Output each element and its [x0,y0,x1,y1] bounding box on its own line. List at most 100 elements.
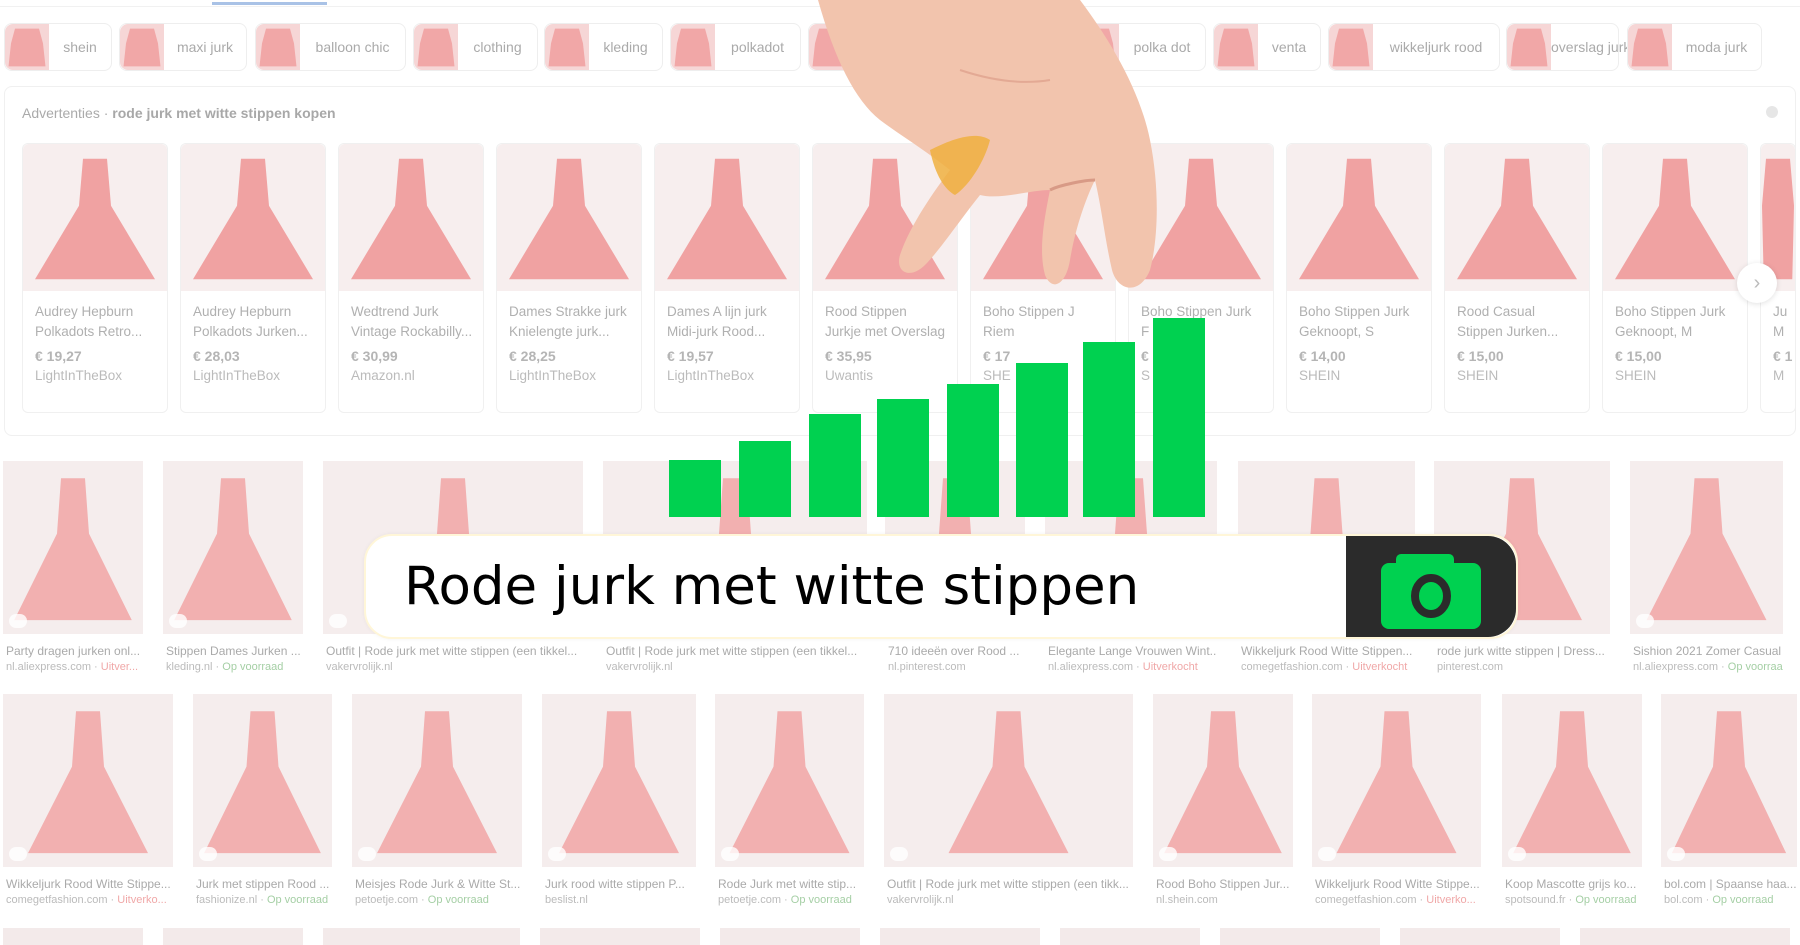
chip-venta[interactable]: venta [1213,23,1321,71]
product-price: € 1 [1773,348,1793,364]
image-result[interactable]: Outfit | Rode jurk met witte stippen (ee… [884,694,1133,909]
product-image [1445,144,1589,291]
image-result[interactable]: Sishion 2021 Zomer Casual ... nl.aliexpr… [1630,461,1783,676]
ad-card[interactable]: Dames Strakke jurk Knielengte jurk... € … [496,143,642,413]
result-source-line: nl.shein.com [1156,894,1293,906]
image-result[interactable]: Rode Jurk met witte stip... petoetje.com… [715,694,864,909]
product-price: € 30,99 [351,348,398,364]
ad-card[interactable]: Rood Stippen Jurkje met Overslag € 35,95… [812,143,958,413]
growth-bar [1083,342,1135,517]
result-title: Meisjes Rode Jurk & Witte St... [355,877,521,891]
result-image[interactable] [880,928,1040,945]
result-image[interactable] [540,928,700,945]
product-image [1287,144,1431,291]
product-title-line1: Audrey Hepburn [35,304,134,319]
ad-card[interactable]: Audrey Hepburn Polkadots Retro... € 19,2… [22,143,168,413]
result-source: petoetje.com [355,894,418,906]
product-price: € 28,03 [193,348,240,364]
chip-balloon-chic[interactable]: balloon chic [255,23,406,71]
result-image [1661,694,1797,867]
next-arrow-button[interactable]: › [1737,263,1777,303]
ad-card[interactable]: Audrey Hepburn Polkadots Jurken... € 28,… [180,143,326,413]
product-title-line1: Audrey Hepburn [193,304,292,319]
ads-separator: · [99,105,113,121]
chip-polkadot[interactable]: polkadot [670,23,801,71]
search-bar[interactable]: Rode jurk met witte stippen [364,534,1518,639]
result-image[interactable] [1580,928,1790,945]
image-result[interactable]: bol.com | Spaanse haa... bol.com · Op vo… [1661,694,1797,909]
result-image[interactable] [3,928,143,945]
image-result[interactable]: Jurk rood witte stippen P... beslist.nl [542,694,696,909]
product-price: € 15,00 [1457,348,1504,364]
chip-thumbnail [120,24,164,70]
result-image [884,694,1133,867]
result-source: fashionize.nl [196,894,258,906]
result-image[interactable] [1060,928,1200,945]
result-source-line: kleding.nl · Op voorraad [166,661,303,673]
result-image [3,694,173,867]
image-result[interactable]: Rood Boho Stippen Jur... nl.shein.com [1153,694,1293,909]
separator: · [1132,661,1143,673]
growth-bar [1016,363,1068,517]
chip-clothing[interactable]: clothing [413,23,538,71]
image-result[interactable]: Jurk met stippen Rood ... fashionize.nl … [193,694,332,909]
result-source-line: fashionize.nl · Op voorraad [196,894,332,906]
image-result[interactable]: Stippen Dames Jurken ... kleding.nl · Op… [163,461,303,676]
ad-card[interactable]: Rood Casual Stippen Jurken... € 15,00 SH… [1444,143,1590,413]
result-source: nl.pinterest.com [888,661,966,673]
result-image [352,694,522,867]
availability-status: Uitverkocht [1142,661,1198,673]
image-result[interactable]: Meisjes Rode Jurk & Witte St... petoetje… [352,694,522,909]
product-price: € 19,57 [667,348,714,364]
chevron-right-icon: › [1753,272,1761,294]
chip-thumbnail [1507,24,1551,70]
tag-icon [548,847,566,861]
product-title-line2: Geknoopt, M [1615,324,1693,339]
result-image[interactable] [1220,928,1380,945]
product-price: € 35,95 [825,348,872,364]
image-result[interactable]: Wikkeljurk Rood Witte Stippe... comegetf… [3,694,173,909]
result-image [193,694,332,867]
info-icon[interactable] [1766,106,1778,118]
search-input[interactable]: Rode jurk met witte stippen [404,556,1139,617]
product-title-line2: Stippen Jurken... [1457,324,1559,339]
chip-wikkeljurk-rood[interactable]: wikkeljurk rood [1328,23,1500,71]
growth-bar [947,383,999,517]
image-result[interactable]: Party dragen jurken onl... nl.aliexpress… [3,461,143,676]
chip-maxi-jurk[interactable]: maxi jurk [119,23,247,71]
chip-label: polka dot [1133,39,1191,55]
product-price: € 15,00 [1615,348,1662,364]
chip-item[interactable] [808,23,902,71]
chip-thumbnail [809,24,853,70]
product-price: € 19,27 [35,348,82,364]
ads-label: Advertenties [22,105,100,121]
ad-card[interactable]: Boho Stippen Jurk Geknoopt, M € 15,00 SH… [1602,143,1748,413]
ad-card[interactable]: Dames A lijn jurk Midi-jurk Rood... € 19… [654,143,800,413]
image-result[interactable]: Koop Mascotte grijs ko... spotsound.fr ·… [1502,694,1642,909]
product-store: LightInTheBox [193,368,281,383]
result-image[interactable] [163,928,303,945]
chip-label: clothing [473,39,522,55]
product-store: SHE [983,368,1011,383]
chip-shein[interactable]: shein [4,23,112,71]
result-image[interactable] [720,928,860,945]
product-store: Amazon.nl [351,368,415,383]
chip-moda-jurk[interactable]: moda jurk [1627,23,1762,71]
camera-search-button[interactable] [1346,536,1516,637]
product-title-line2: Riem [983,324,1015,339]
chip-label: balloon chic [315,39,390,55]
chip-kleding[interactable]: kleding [544,23,663,71]
product-store: LightInTheBox [667,368,755,383]
availability-status: Op voorraad [790,894,852,906]
ad-card[interactable]: Wedtrend Jurk Vintage Rockabilly... € 30… [338,143,484,413]
image-result[interactable]: Wikkeljurk Rood Witte Stippe... comegetf… [1312,694,1481,909]
chip-overslag-jurk[interactable]: overslag jurk [1506,23,1630,71]
result-image [1502,694,1642,867]
result-source-line: vakervrolijk.nl [606,661,867,673]
ad-card[interactable]: Boho Stippen Jurk Geknoopt, S € 14,00 SH… [1286,143,1432,413]
result-title: bol.com | Spaanse haa... [1664,877,1797,891]
result-image[interactable] [1400,928,1560,945]
chip-label: polkadot [731,39,784,55]
chip-polka-dot[interactable]: polka dot [1074,23,1206,71]
result-image[interactable] [323,928,520,945]
